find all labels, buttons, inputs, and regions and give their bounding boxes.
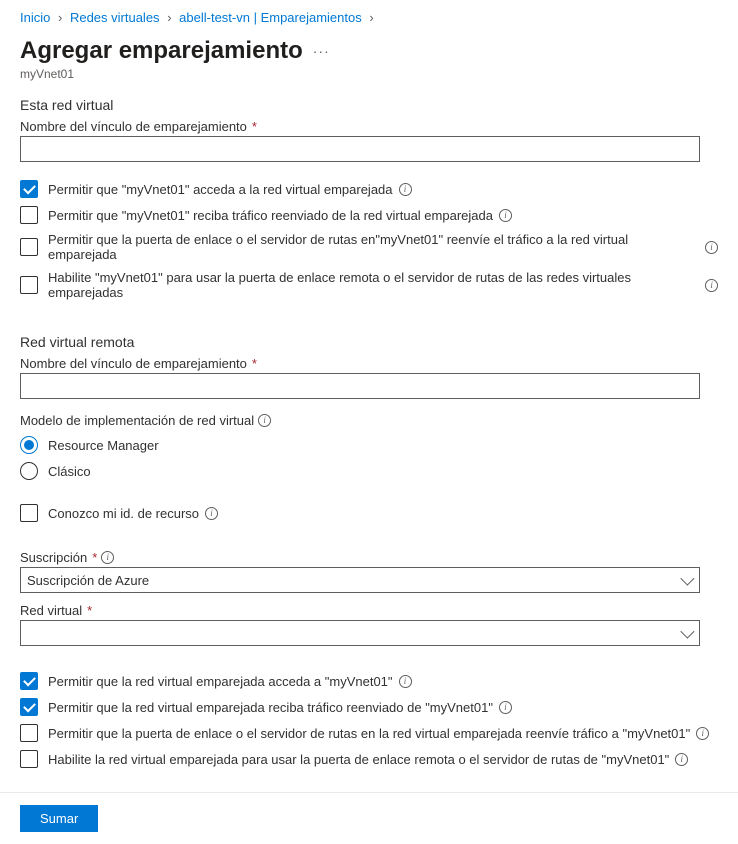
deployment-classic-radio[interactable]: [20, 462, 38, 480]
info-icon[interactable]: i: [399, 183, 412, 196]
required-indicator: *: [92, 550, 97, 565]
subscription-select[interactable]: Suscripción de Azure: [20, 567, 700, 593]
info-icon[interactable]: i: [101, 551, 114, 564]
deployment-classic-label: Clásico: [48, 464, 91, 479]
remote-use-local-gateway-label: Habilite la red virtual emparejada para …: [48, 752, 669, 767]
remote-vnet-link-name-input[interactable]: [20, 373, 700, 399]
remote-use-local-gateway-checkbox[interactable]: [20, 750, 38, 768]
info-icon[interactable]: i: [258, 414, 271, 427]
breadcrumb: Inicio › Redes virtuales › abell-test-vn…: [20, 10, 718, 33]
allow-access-to-remote-checkbox[interactable]: [20, 180, 38, 198]
chevron-right-icon: ›: [58, 10, 62, 25]
this-vnet-link-name-input[interactable]: [20, 136, 700, 162]
info-icon[interactable]: i: [675, 753, 688, 766]
add-button[interactable]: Sumar: [20, 805, 98, 832]
use-remote-gateway-checkbox[interactable]: [20, 276, 38, 294]
breadcrumb-vnets[interactable]: Redes virtuales: [70, 10, 160, 25]
remote-allow-access-to-local-checkbox[interactable]: [20, 672, 38, 690]
vnet-select[interactable]: [20, 620, 700, 646]
remote-allow-access-to-local-label: Permitir que la red virtual emparejada a…: [48, 674, 393, 689]
info-icon[interactable]: i: [705, 279, 718, 292]
allow-forwarded-from-remote-checkbox[interactable]: [20, 206, 38, 224]
required-indicator: *: [252, 119, 257, 134]
chevron-down-icon: [680, 625, 694, 639]
breadcrumb-resource[interactable]: abell-test-vn | Emparejamientos: [179, 10, 362, 25]
required-indicator: *: [252, 356, 257, 371]
info-icon[interactable]: i: [696, 727, 709, 740]
page-subtitle: myVnet01: [20, 67, 718, 81]
breadcrumb-home[interactable]: Inicio: [20, 10, 50, 25]
info-icon[interactable]: i: [705, 241, 718, 254]
this-vnet-link-name-label: Nombre del vínculo de emparejamiento: [20, 119, 247, 134]
allow-gateway-transit-to-remote-checkbox[interactable]: [20, 238, 38, 256]
remote-allow-gateway-transit-to-local-checkbox[interactable]: [20, 724, 38, 742]
required-indicator: *: [87, 603, 92, 618]
more-actions-button[interactable]: ···: [313, 43, 330, 59]
info-icon[interactable]: i: [499, 701, 512, 714]
remote-allow-gateway-transit-to-local-label: Permitir que la puerta de enlace o el se…: [48, 726, 690, 741]
vnet-label: Red virtual: [20, 603, 82, 618]
know-resource-id-checkbox[interactable]: [20, 504, 38, 522]
allow-forwarded-from-remote-label: Permitir que "myVnet01" reciba tráfico r…: [48, 208, 493, 223]
use-remote-gateway-label: Habilite "myVnet01" para usar la puerta …: [48, 270, 699, 300]
remote-vnet-link-name-label: Nombre del vínculo de emparejamiento: [20, 356, 247, 371]
know-resource-id-label: Conozco mi id. de recurso: [48, 506, 199, 521]
remote-allow-forwarded-from-local-checkbox[interactable]: [20, 698, 38, 716]
info-icon[interactable]: i: [399, 675, 412, 688]
subscription-value: Suscripción de Azure: [27, 573, 149, 588]
deployment-model-label: Modelo de implementación de red virtual: [20, 413, 254, 428]
chevron-down-icon: [680, 572, 694, 586]
subscription-label: Suscripción: [20, 550, 87, 565]
allow-gateway-transit-to-remote-label: Permitir que la puerta de enlace o el se…: [48, 232, 699, 262]
chevron-right-icon: ›: [167, 10, 171, 25]
chevron-right-icon: ›: [369, 10, 373, 25]
page-title: Agregar emparejamiento: [20, 37, 303, 65]
deployment-resource-manager-radio[interactable]: [20, 436, 38, 454]
info-icon[interactable]: i: [499, 209, 512, 222]
allow-access-to-remote-label: Permitir que "myVnet01" acceda a la red …: [48, 182, 393, 197]
info-icon[interactable]: i: [205, 507, 218, 520]
deployment-resource-manager-label: Resource Manager: [48, 438, 159, 453]
remote-vnet-heading: Red virtual remota: [20, 334, 718, 350]
this-vnet-heading: Esta red virtual: [20, 97, 718, 113]
remote-allow-forwarded-from-local-label: Permitir que la red virtual emparejada r…: [48, 700, 493, 715]
